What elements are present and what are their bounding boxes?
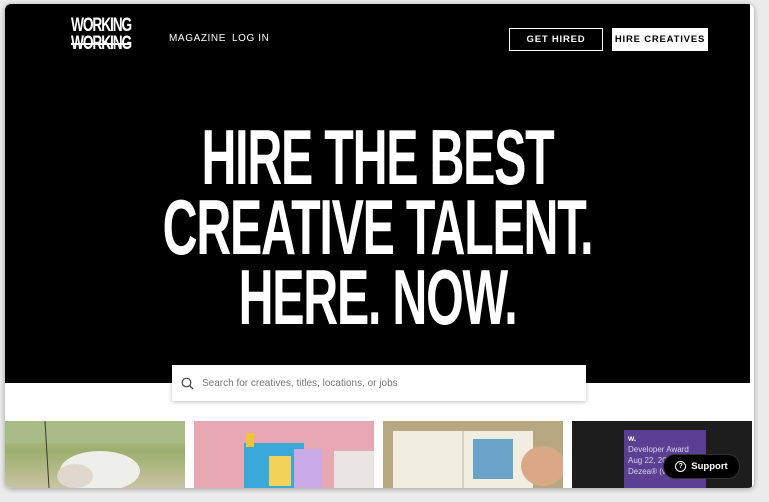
hero-headline: HIRE THE BEST CREATIVE TALENT. HERE. NOW…: [5, 113, 750, 341]
headline-line-1: HIRE THE BEST: [201, 113, 554, 201]
creative-thumbnail-2[interactable]: [194, 421, 374, 488]
search-input[interactable]: [200, 376, 574, 390]
award-badge: w.: [628, 434, 637, 443]
search-icon: [181, 377, 194, 389]
get-hired-button[interactable]: GET HIRED: [509, 28, 603, 51]
thumbnail-image-grass: [5, 421, 185, 488]
nav-login-link[interactable]: LOG IN: [232, 33, 270, 44]
thumbnail-image-shapes: [244, 433, 374, 488]
nav-magazine-link[interactable]: MAGAZINE: [169, 33, 226, 44]
headline-line-2: CREATIVE TALENT.: [162, 183, 594, 271]
support-label: Support: [691, 461, 728, 472]
logo-line-2: WORKING: [71, 33, 132, 54]
hire-creatives-button[interactable]: HIRE CREATIVES: [612, 28, 708, 51]
support-button[interactable]: ? Support: [663, 454, 740, 479]
headline-line-3: HERE. NOW.: [238, 253, 518, 341]
creative-thumbnail-1[interactable]: [5, 421, 185, 488]
question-circle-icon: ?: [675, 461, 687, 472]
browser-page: WORKING WORKING MAGAZINE LOG IN GET HIRE…: [5, 4, 754, 488]
thumbnail-image-book: [383, 421, 563, 488]
search-bar[interactable]: [172, 365, 586, 401]
logo[interactable]: WORKING WORKING: [71, 16, 132, 54]
hero-section: WORKING WORKING MAGAZINE LOG IN GET HIRE…: [5, 4, 750, 383]
creative-thumbnail-3[interactable]: [383, 421, 563, 488]
